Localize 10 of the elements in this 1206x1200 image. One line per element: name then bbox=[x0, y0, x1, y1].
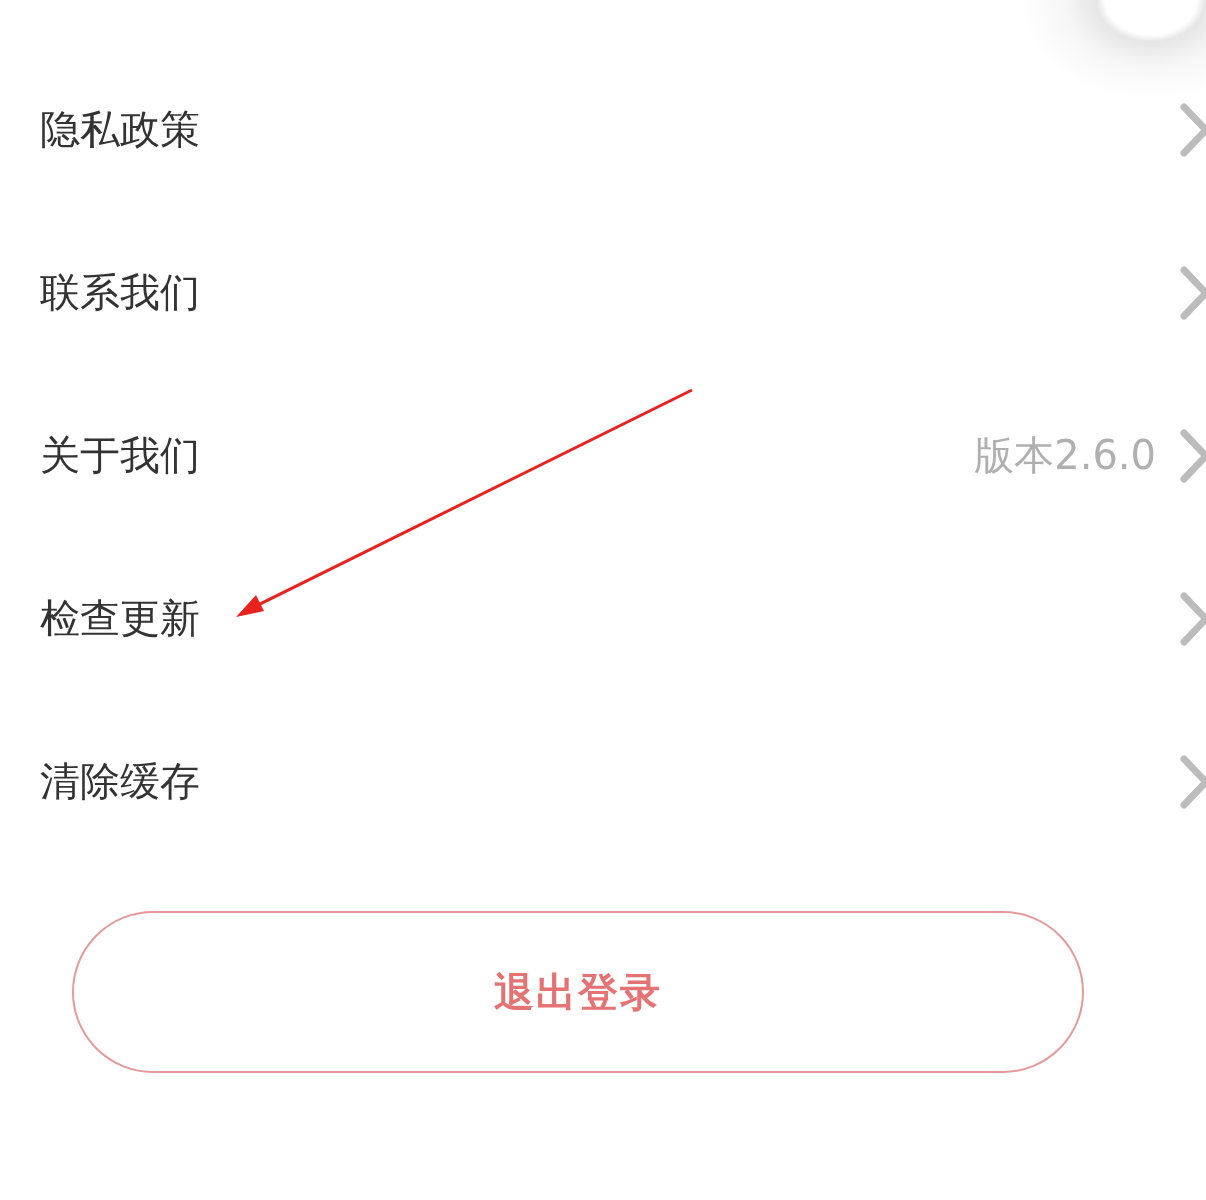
chevron-icon bbox=[1180, 590, 1206, 647]
chevron-icon bbox=[1180, 427, 1206, 484]
chevron-icon bbox=[1180, 264, 1206, 321]
version-text: 版本2.6.0 bbox=[974, 431, 1156, 480]
menu-item[interactable]: 隐私政策 bbox=[40, 102, 1180, 157]
menu-item[interactable]: 检查更新 bbox=[40, 591, 1180, 646]
menu-item[interactable]: 清除缓存 bbox=[40, 754, 1180, 809]
chevron-icon bbox=[1180, 753, 1206, 810]
menu-item[interactable]: 联系我们 bbox=[40, 265, 1180, 320]
menu-item[interactable]: 关于我们 bbox=[40, 428, 975, 483]
